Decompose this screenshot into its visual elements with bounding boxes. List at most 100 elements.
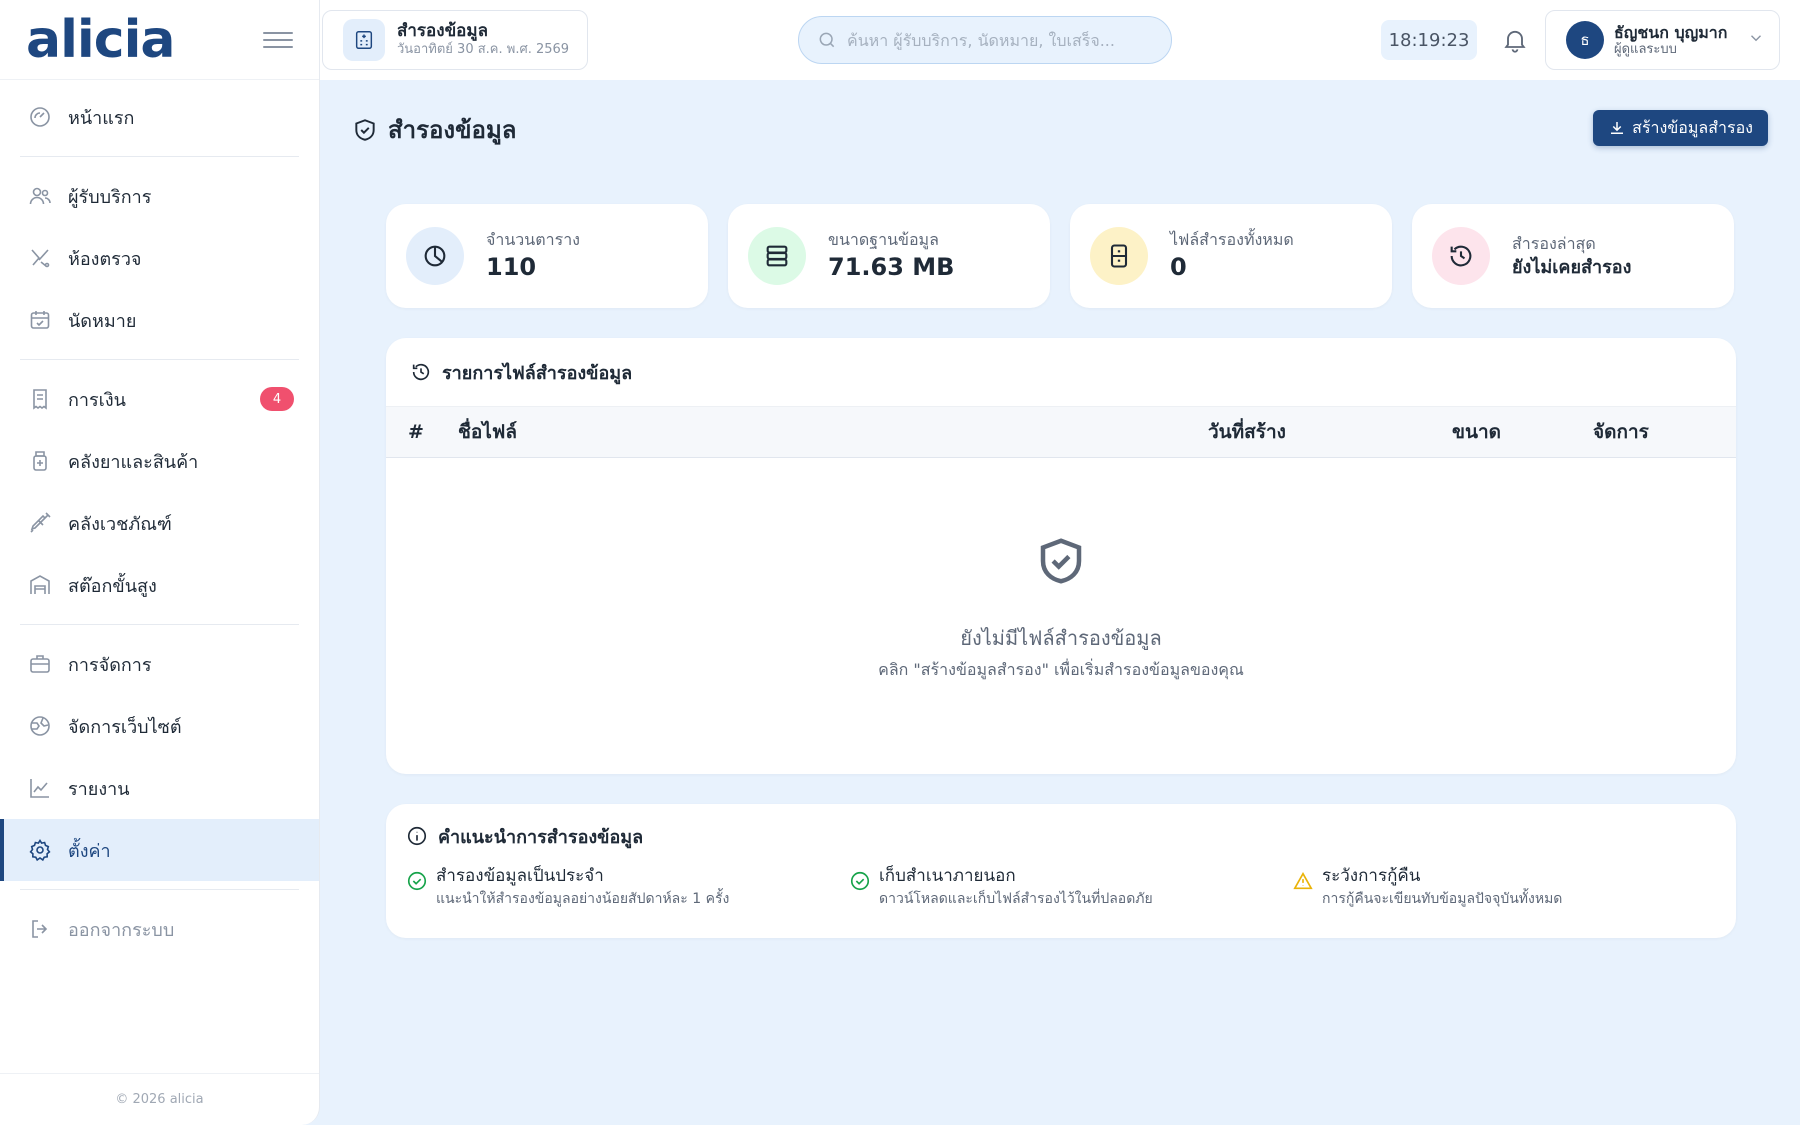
history-icon: [412, 363, 430, 381]
sidebar-item-label: ห้องตรวจ: [68, 248, 142, 270]
sidebar-header: alicia: [0, 0, 319, 80]
card-title: รายการไฟล์สำรองข้อมูล: [442, 362, 633, 384]
history-icon: [1432, 227, 1490, 285]
info-icon: [407, 826, 427, 846]
stats-row: จำนวนตาราง 110 ขนาดฐานข้อมูล 71.63 MB ไฟ…: [386, 204, 1734, 308]
shield-check-icon: [355, 118, 375, 141]
search-box: [798, 16, 1172, 64]
sidebar-item-advanced-stock[interactable]: สต๊อกขั้นสูง: [0, 554, 319, 616]
backup-tips-card: คำแนะนำการสำรองข้อมูล สำรองข้อมูลเป็นประ…: [386, 804, 1736, 938]
sidebar-item-label: ผู้รับบริการ: [68, 186, 152, 208]
divider: [20, 889, 299, 890]
medicine-bottle-icon: [28, 449, 52, 473]
finance-count-badge: 4: [260, 387, 294, 411]
shield-check-icon: [1034, 534, 1088, 592]
current-date: วันอาทิตย์ 30 ส.ค. พ.ศ. 2569: [397, 41, 570, 57]
stat-card-backup-files: ไฟล์สำรองทั้งหมด 0: [1070, 204, 1392, 308]
sidebar-item-finance[interactable]: การเงิน 4: [0, 368, 319, 430]
main-content: สำรองข้อมูล สร้างข้อมูลสำรอง จำนวนตาราง …: [320, 80, 1800, 1125]
sidebar-item-appointments[interactable]: นัดหมาย: [0, 289, 319, 351]
clock: 18:19:23: [1381, 20, 1477, 60]
briefcase-icon: [28, 652, 52, 676]
sidebar-item-settings[interactable]: ตั้งค่า: [0, 819, 319, 881]
server-icon: [748, 227, 806, 285]
chevron-down-icon: [1747, 29, 1765, 51]
stethoscope-icon: [28, 246, 52, 270]
sidebar-item-management[interactable]: การจัดการ: [0, 633, 319, 695]
warehouse-icon: [28, 573, 52, 597]
column-header-actions: จัดการ: [1593, 421, 1649, 443]
globe-icon: [28, 714, 52, 738]
table-header: # ชื่อไฟล์ วันที่สร้าง ขนาด จัดการ: [386, 406, 1736, 458]
sidebar-item-label: จัดการเว็บไซต์: [68, 716, 182, 738]
sidebar-item-label: ออกจากระบบ: [68, 919, 175, 941]
hospital-icon: [343, 19, 385, 61]
tip-item: สำรองข้อมูลเป็นประจำ แนะนำให้สำรองข้อมูล…: [406, 864, 849, 909]
user-role: ผู้ดูแลระบบ: [1614, 41, 1677, 57]
calendar-check-icon: [28, 308, 52, 332]
stat-card-db-size: ขนาดฐานข้อมูล 71.63 MB: [728, 204, 1050, 308]
check-circle-icon: [849, 870, 871, 892]
stat-value: 110: [486, 252, 537, 281]
page-title: สำรองข้อมูล: [388, 116, 517, 144]
topbar: สำรองข้อมูล วันอาทิตย์ 30 ส.ค. พ.ศ. 2569…: [320, 0, 1800, 80]
receipt-icon: [28, 387, 52, 411]
archive-icon: [1090, 227, 1148, 285]
tip-title: สำรองข้อมูลเป็นประจำ: [436, 866, 604, 886]
check-circle-icon: [406, 870, 428, 892]
sidebar-item-exam-room[interactable]: ห้องตรวจ: [0, 227, 319, 289]
divider: [20, 156, 299, 157]
column-header-index: #: [408, 421, 424, 443]
sidebar-item-label: การเงิน: [68, 389, 126, 411]
logout-icon: [28, 917, 52, 941]
search-icon: [819, 32, 835, 48]
notification-bell-icon[interactable]: [1497, 22, 1533, 58]
column-header-size[interactable]: ขนาด: [1452, 417, 1501, 447]
create-backup-button[interactable]: สร้างข้อมูลสำรอง: [1593, 110, 1768, 146]
sidebar-item-home[interactable]: หน้าแรก: [0, 86, 319, 148]
sidebar-nav: หน้าแรก ผู้รับบริการ ห้องตรวจ นัดหมาย กา…: [0, 80, 319, 960]
card-title: คำแนะนำการสำรองข้อมูล: [438, 826, 644, 848]
brand-logo[interactable]: alicia: [26, 14, 175, 66]
empty-state-title: ยังไม่มีไฟล์สำรองข้อมูล: [960, 626, 1162, 650]
search-input[interactable]: [847, 30, 1167, 50]
tip-description: ดาวน์โหลดและเก็บไฟล์สำรองไว้ในที่ปลอดภัย: [879, 890, 1153, 907]
avatar: ธ: [1566, 21, 1604, 59]
pie-chart-icon: [406, 227, 464, 285]
page-header: สำรองข้อมูล: [352, 110, 517, 149]
sidebar-item-medical-supplies[interactable]: คลังเวชภัณฑ์: [0, 492, 319, 554]
sidebar-item-pharmacy[interactable]: คลังยาและสินค้า: [0, 430, 319, 492]
users-icon: [28, 184, 52, 208]
sidebar-item-website[interactable]: จัดการเว็บไซต์: [0, 695, 319, 757]
stat-value: 71.63 MB: [828, 252, 955, 281]
column-header-filename[interactable]: ชื่อไฟล์: [458, 417, 517, 447]
stat-value: ยังไม่เคยสำรอง: [1512, 256, 1632, 278]
sidebar-item-logout[interactable]: ออกจากระบบ: [0, 898, 319, 960]
column-header-created[interactable]: วันที่สร้าง: [1208, 417, 1286, 447]
tip-description: แนะนำให้สำรองข้อมูลอย่างน้อยสัปดาห์ละ 1 …: [436, 890, 730, 907]
sidebar-item-label: ตั้งค่า: [68, 840, 111, 862]
stat-label: จำนวนตาราง: [486, 230, 580, 250]
dashboard-icon: [28, 105, 52, 129]
sidebar: alicia หน้าแรก ผู้รับบริการ ห้องตรวจ นัด…: [0, 0, 320, 1125]
card-header: รายการไฟล์สำรองข้อมูล: [386, 338, 1736, 406]
card-header: คำแนะนำการสำรองข้อมูล: [386, 804, 1736, 864]
empty-state-description: คลิก "สร้างข้อมูลสำรอง" เพื่อเริ่มสำรองข…: [878, 660, 1244, 679]
sidebar-item-label: รายงาน: [68, 778, 130, 800]
sidebar-item-label: สต๊อกขั้นสูง: [68, 575, 157, 597]
sidebar-item-label: หน้าแรก: [68, 107, 135, 129]
current-page-title: สำรองข้อมูล: [397, 21, 489, 42]
sidebar-item-patients[interactable]: ผู้รับบริการ: [0, 165, 319, 227]
tip-title: เก็บสำเนาภายนอก: [879, 866, 1016, 886]
stat-label: ไฟล์สำรองทั้งหมด: [1170, 230, 1294, 250]
sidebar-item-reports[interactable]: รายงาน: [0, 757, 319, 819]
divider: [20, 359, 299, 360]
create-backup-label: สร้างข้อมูลสำรอง: [1632, 117, 1753, 137]
empty-state: ยังไม่มีไฟล์สำรองข้อมูล คลิก "สร้างข้อมู…: [386, 458, 1736, 774]
gear-icon: [28, 838, 52, 862]
warning-icon: [1292, 870, 1314, 892]
user-menu[interactable]: ธ ธัญชนก บุญมาก ผู้ดูแลระบบ: [1545, 10, 1780, 70]
sidebar-item-label: นัดหมาย: [68, 310, 137, 332]
stat-card-tables: จำนวนตาราง 110: [386, 204, 708, 308]
menu-toggle-icon[interactable]: [263, 25, 293, 55]
